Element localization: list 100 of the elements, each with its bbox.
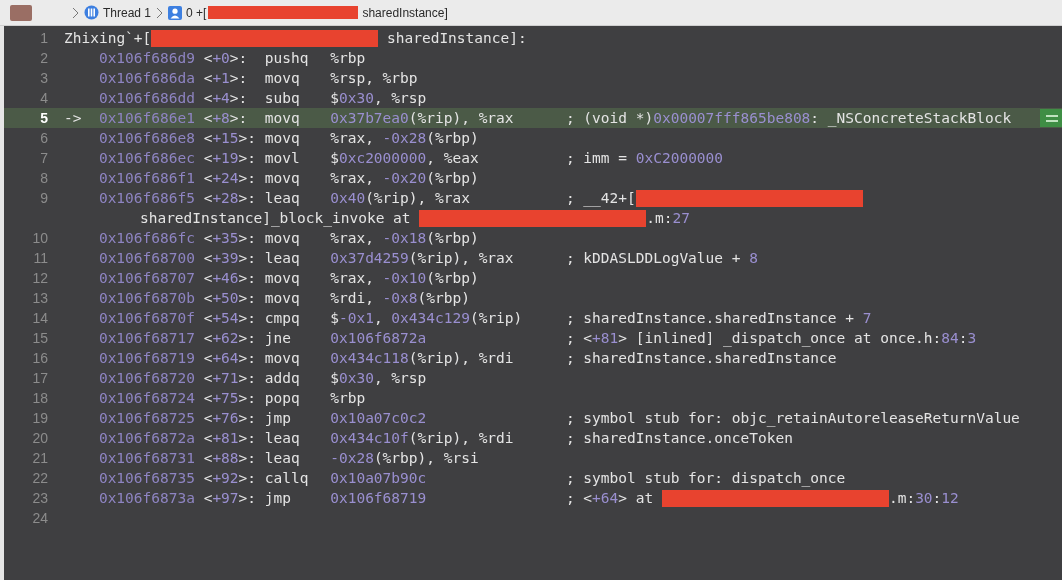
line-number: 8 — [39, 170, 48, 186]
breadcrumb-item[interactable]: Thread 1 — [103, 5, 152, 20]
instruction-mnemonic: callq — [264, 470, 310, 486]
breadcrumb-item[interactable]: sharedInstance] — [362, 5, 448, 20]
instruction-address: 0x106f686f1 — [98, 170, 196, 186]
code-comment: ; symbol stub for: objc_retainAutoreleaseReturnValue — [565, 410, 1020, 426]
line-number: 12 — [31, 270, 48, 286]
instruction-operands: %rsp, %rbp — [330, 70, 419, 86]
instruction-operands: $0x30, %rsp — [330, 370, 428, 386]
line-number: 3 — [39, 70, 48, 86]
code-comment: ; sharedInstance.sharedInstance + 7 — [565, 310, 872, 326]
pointer-arrow: -> — [64, 110, 82, 126]
line-number: 21 — [31, 450, 48, 466]
instruction-address: 0x106f686da — [98, 70, 196, 86]
instruction-offset: <+4>: — [203, 90, 249, 106]
line-number: 4 — [39, 90, 48, 106]
line-number: 9 — [39, 190, 48, 206]
line-number: 6 — [39, 130, 48, 146]
code-comment: ; symbol stub for: dispatch_once — [565, 470, 846, 486]
line-number: 17 — [31, 370, 48, 386]
instruction-address: 0x106f68735 — [98, 470, 196, 486]
instruction-operands: 0x10a07b90c — [330, 470, 428, 486]
line-number: 11 — [32, 250, 48, 266]
line-number: 20 — [31, 430, 48, 446]
line-number: 13 — [31, 290, 48, 306]
instruction-address: 0x106f6873a — [98, 490, 196, 506]
instruction-offset: <+15>: — [203, 130, 258, 146]
breadcrumb-item[interactable]: 0 +[ — [186, 5, 207, 20]
instruction-mnemonic: movq — [264, 290, 301, 306]
instruction-address: 0x106f686ec — [98, 150, 196, 166]
line-number: 1 — [39, 30, 48, 46]
code-comment: ; <+64> at — [565, 490, 655, 506]
instruction-mnemonic: cmpq — [264, 310, 301, 326]
line-number: 14 — [31, 310, 48, 326]
instruction-operands: %rbp — [330, 390, 367, 406]
line-number: 23 — [31, 490, 48, 506]
instruction-offset: <+76>: — [203, 410, 258, 426]
instruction-address: 0x106f68719 — [98, 350, 196, 366]
code-comment: ; (void *)0x00007fff865be808: _NSConcreteStackBlock — [565, 110, 1012, 126]
instruction-mnemonic: leaq — [264, 450, 301, 466]
instruction-address: 0x106f68707 — [98, 270, 196, 286]
instruction-offset: <+35>: — [203, 230, 258, 246]
instruction-address: 0x106f6870f — [98, 310, 196, 326]
instruction-address: 0x106f686fc — [98, 230, 196, 246]
line-number: 22 — [31, 470, 48, 486]
line-number: 15 — [31, 330, 48, 346]
instruction-offset: <+19>: — [203, 150, 258, 166]
instruction-operands: $0xc2000000, %eax — [330, 150, 480, 166]
instruction-offset: <+75>: — [203, 390, 258, 406]
code-comment: ; sharedInstance.sharedInstance — [565, 350, 837, 366]
instruction-operands: 0x106f68719 — [330, 490, 428, 506]
instruction-mnemonic: jmp — [264, 490, 292, 506]
instruction-offset: <+39>: — [203, 250, 258, 266]
line-number: 5 — [39, 110, 48, 126]
instruction-offset: <+28>: — [203, 190, 258, 206]
instruction-offset: <+54>: — [203, 310, 258, 326]
instruction-mnemonic: subq — [264, 90, 301, 106]
instruction-offset: <+71>: — [203, 370, 258, 386]
symbol-label: Zhixing`+[ — [64, 30, 152, 46]
instruction-operands: %rax, -0x28(%rbp) — [330, 130, 480, 146]
instruction-mnemonic: movq — [264, 130, 301, 146]
instruction-mnemonic: movl — [264, 150, 301, 166]
instruction-offset: <+24>: — [203, 170, 258, 186]
instruction-mnemonic: movq — [264, 350, 301, 366]
instruction-offset: <+97>: — [203, 490, 258, 506]
instruction-address: 0x106f686e8 — [98, 130, 196, 146]
code-comment: ; kDDASLDDLogValue + 8 — [565, 250, 758, 266]
instruction-operands: 0x434c118(%rip), %rdi — [330, 350, 515, 366]
instruction-offset: <+1>: — [203, 70, 249, 86]
instruction-address: 0x106f6872a — [98, 430, 196, 446]
instruction-operands: 0x434c10f(%rip), %rdi — [330, 430, 515, 446]
instruction-address: 0x106f6870b — [98, 290, 196, 306]
instruction-operands: $-0x1, 0x434c129(%rip) — [330, 310, 524, 326]
instruction-address: 0x106f68731 — [98, 450, 196, 466]
instruction-operands: 0x37d4259(%rip), %rax — [330, 250, 515, 266]
line-number: 7 — [39, 150, 48, 166]
instruction-mnemonic: leaq — [264, 430, 301, 446]
line-number: 16 — [31, 350, 48, 366]
instruction-offset: <+64>: — [203, 350, 258, 366]
instruction-offset: <+50>: — [203, 290, 258, 306]
instruction-address: 0x106f68720 — [98, 370, 196, 386]
instruction-mnemonic: movq — [264, 110, 301, 126]
symbol-label: sharedInstance]: — [386, 30, 527, 46]
instruction-address: 0x106f686e1 — [98, 110, 196, 126]
instruction-address: 0x106f68725 — [98, 410, 196, 426]
instruction-operands: %rax, -0x20(%rbp) — [330, 170, 480, 186]
instruction-mnemonic: addq — [264, 370, 301, 386]
instruction-mnemonic: movq — [264, 230, 301, 246]
instruction-operands: 0x37b7ea0(%rip), %rax — [330, 110, 515, 126]
instruction-offset: <+46>: — [203, 270, 258, 286]
instruction-address: 0x106f686f5 — [98, 190, 196, 206]
instruction-operands: $0x30, %rsp — [330, 90, 428, 106]
instruction-address: 0x106f686d9 — [98, 50, 196, 66]
instruction-mnemonic: movq — [264, 270, 301, 286]
instruction-mnemonic: movq — [264, 70, 301, 86]
line-number: 2 — [39, 50, 48, 66]
instruction-operands: %rax, -0x10(%rbp) — [330, 270, 480, 286]
instruction-mnemonic: leaq — [264, 250, 301, 266]
instruction-offset: <+92>: — [203, 470, 258, 486]
instruction-operands: -0x28(%rbp), %rsi — [330, 450, 480, 466]
